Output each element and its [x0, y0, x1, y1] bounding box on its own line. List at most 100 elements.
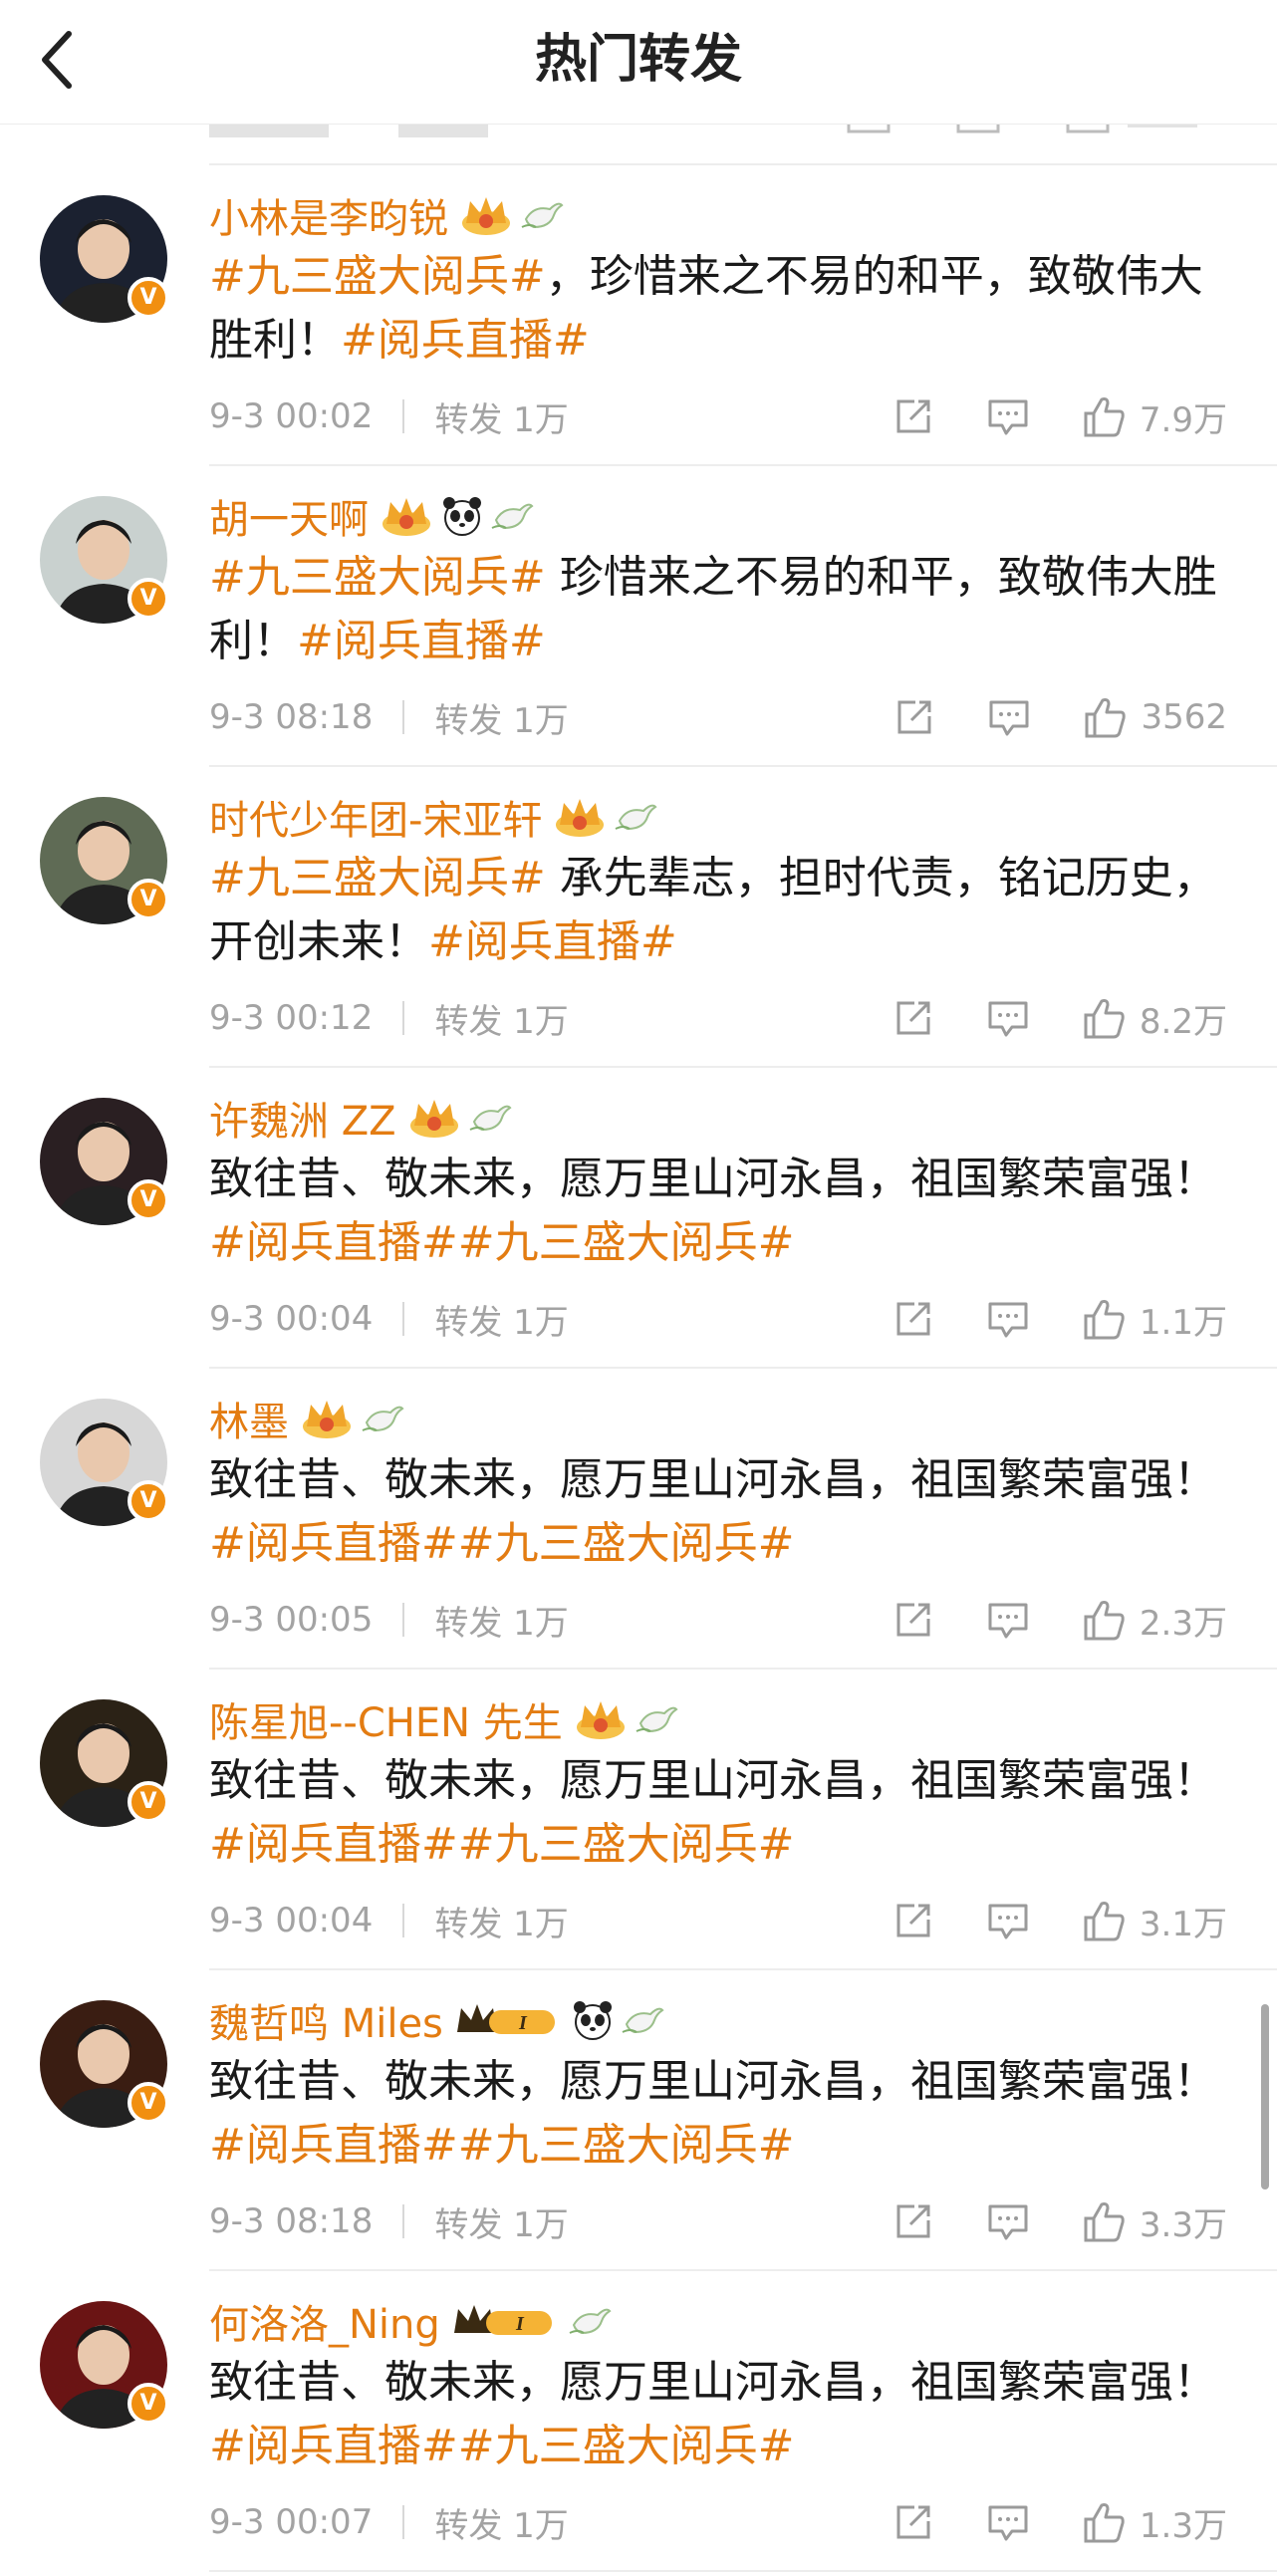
share-button[interactable] [893, 1298, 934, 1340]
crown-level-icon: I [453, 2305, 552, 2335]
badge-group [379, 494, 534, 538]
meta-divider [402, 2505, 405, 2539]
comment-button[interactable] [986, 395, 1030, 437]
username[interactable]: 何洛洛_Ning [209, 2292, 440, 2350]
like-button[interactable]: 3.1万 [1082, 1897, 1227, 1945]
partial-previous-post [0, 124, 1277, 165]
repost-item[interactable]: V 何洛洛_Ning I 致往昔、敬未来，愿万里山河永昌，祖国繁荣富强！ #阅兵直… [0, 2271, 1277, 2572]
crown-icon [556, 799, 605, 837]
like-button[interactable]: 2.3万 [1082, 1596, 1227, 1645]
user-row: 魏哲鸣 Miles I [209, 1990, 664, 2050]
like-button[interactable]: 1.1万 [1082, 1295, 1227, 1344]
hashtag-link[interactable]: #阅兵直播##九三盛大阅兵# [209, 2421, 794, 2471]
user-row: 时代少年团-宋亚轩 [209, 787, 658, 847]
crown-badge [406, 1096, 462, 1140]
hashtag-link[interactable]: #阅兵直播##九三盛大阅兵# [209, 1217, 794, 1268]
like-count: 3.1万 [1139, 1904, 1227, 1944]
verified-badge-icon: V [128, 578, 169, 620]
svg-text:I: I [515, 2313, 525, 2335]
comment-button[interactable] [986, 2501, 1030, 2543]
username[interactable]: 林墨 [209, 1390, 289, 1447]
share-icon [896, 1001, 930, 1035]
repost-item[interactable]: V 胡一天啊 #九三盛大阅兵# 珍惜来之不易的和平，致敬伟大胜利！#阅兵直播# … [0, 466, 1277, 767]
repost-item[interactable]: V 陈星旭--CHEN 先生 致往昔、敬未来，愿万里山河永昌，祖国繁荣富强！ #阅… [0, 1670, 1277, 1970]
comment-icon [988, 2505, 1028, 2541]
repost-count: 转发 1万 [434, 1302, 569, 1343]
badge-group [458, 193, 564, 237]
panda-badge [440, 494, 484, 538]
badge-group [573, 1697, 678, 1741]
repost-item[interactable]: V 许魏洲 ZZ 致往昔、敬未来，愿万里山河永昌，祖国繁荣富强！ #阅兵直播##九… [0, 1068, 1277, 1369]
username[interactable]: 时代少年团-宋亚轩 [209, 788, 542, 846]
hashtag-link[interactable]: #阅兵直播# [428, 916, 677, 967]
badge-group [406, 1096, 512, 1140]
post-meta: 9-3 00:05 转发 1万 [209, 1590, 569, 1650]
hashtag-link[interactable]: #九三盛大阅兵# [209, 853, 546, 903]
username[interactable]: 魏哲鸣 Miles [209, 1991, 443, 2049]
badge-group: I [450, 2299, 612, 2343]
post-meta: 9-3 00:07 转发 1万 [209, 2492, 569, 2552]
thumb-up-icon [1084, 2202, 1125, 2242]
username[interactable]: 小林是李昀锐 [209, 186, 448, 244]
post-actions: 1.3万 [893, 2492, 1227, 2552]
username[interactable]: 陈星旭--CHEN 先生 [209, 1690, 563, 1748]
user-row: 许魏洲 ZZ [209, 1088, 512, 1148]
comment-button[interactable] [986, 1900, 1030, 1941]
repost-item[interactable]: V 魏哲鸣 Miles I 致往昔、敬未来，愿万里山河永昌，祖国繁荣富强！ #阅兵… [0, 1970, 1277, 2271]
hashtag-link[interactable]: #阅兵直播# [341, 315, 590, 366]
comment-button[interactable] [986, 1599, 1030, 1641]
post-time: 9-3 00:04 [209, 1299, 374, 1339]
repost-list: V 小林是李昀锐 #九三盛大阅兵#，珍惜来之不易的和平，致敬伟大胜利！#阅兵直播… [0, 165, 1277, 2572]
hashtag-link[interactable]: #阅兵直播##九三盛大阅兵# [209, 1518, 794, 1569]
share-button[interactable] [893, 997, 934, 1039]
scrollbar[interactable] [1261, 2004, 1269, 2190]
username[interactable]: 胡一天啊 [209, 487, 369, 545]
share-button[interactable] [893, 1900, 934, 1941]
like-button[interactable]: 3.3万 [1082, 2197, 1227, 2246]
comment-button[interactable] [986, 997, 1030, 1039]
hashtag-link[interactable]: #阅兵直播##九三盛大阅兵# [209, 1819, 794, 1870]
thumb-up-icon [1085, 698, 1127, 738]
crown-icon [462, 197, 510, 235]
share-button[interactable] [893, 395, 934, 437]
share-button[interactable] [893, 1599, 934, 1641]
post-actions: 7.9万 [893, 386, 1227, 446]
like-button[interactable]: 7.9万 [1082, 392, 1227, 441]
meta-divider [402, 1302, 405, 1336]
verified-badge-icon: V [128, 277, 169, 319]
thumb-up-icon [1084, 999, 1125, 1039]
repost-item[interactable]: V 时代少年团-宋亚轩 #九三盛大阅兵# 承先辈志，担时代责，铭记历史，开创未来… [0, 767, 1277, 1068]
meta-divider [402, 1904, 405, 1937]
repost-text: 致往昔、敬未来，愿万里山河永昌，祖国繁荣富强！ #阅兵直播##九三盛大阅兵# [209, 1749, 1245, 1877]
hashtag-link[interactable]: #九三盛大阅兵# [209, 251, 546, 302]
partial-actions-fragment [809, 124, 1227, 149]
comment-icon [988, 2204, 1028, 2240]
like-button[interactable]: 1.3万 [1082, 2498, 1227, 2547]
comment-button[interactable] [987, 696, 1031, 738]
like-button[interactable]: 8.2万 [1082, 994, 1227, 1043]
comment-button[interactable] [986, 2200, 1030, 2242]
comment-icon [988, 1904, 1028, 1939]
share-icon [896, 399, 930, 433]
comment-button[interactable] [986, 1298, 1030, 1340]
share-button[interactable] [893, 2200, 934, 2242]
hashtag-link[interactable]: #阅兵直播##九三盛大阅兵# [209, 2120, 794, 2171]
dove-icon [622, 2007, 664, 2034]
divider [209, 2570, 1277, 2572]
repost-item[interactable]: V 小林是李昀锐 #九三盛大阅兵#，珍惜来之不易的和平，致敬伟大胜利！#阅兵直播… [0, 165, 1277, 466]
top-bar: 热门转发 [0, 0, 1277, 125]
thumb-up-icon [1084, 1300, 1125, 1340]
username[interactable]: 许魏洲 ZZ [209, 1089, 396, 1147]
comment-icon [988, 1603, 1028, 1639]
share-button[interactable] [894, 696, 935, 738]
share-button[interactable] [893, 2501, 934, 2543]
repost-count: 转发 1万 [434, 2505, 569, 2546]
meta-divider [402, 2204, 405, 2238]
repost-item[interactable]: V 林墨 致往昔、敬未来，愿万里山河永昌，祖国繁荣富强！ #阅兵直播##九三盛大阅… [0, 1369, 1277, 1670]
hashtag-link[interactable]: #阅兵直播# [297, 616, 546, 666]
like-button[interactable]: 3562 [1083, 694, 1227, 740]
hashtag-link[interactable]: #九三盛大阅兵# [209, 552, 546, 603]
dove-icon [469, 1105, 512, 1132]
repost-count: 转发 1万 [434, 399, 569, 440]
post-actions: 3.1万 [893, 1891, 1227, 1950]
